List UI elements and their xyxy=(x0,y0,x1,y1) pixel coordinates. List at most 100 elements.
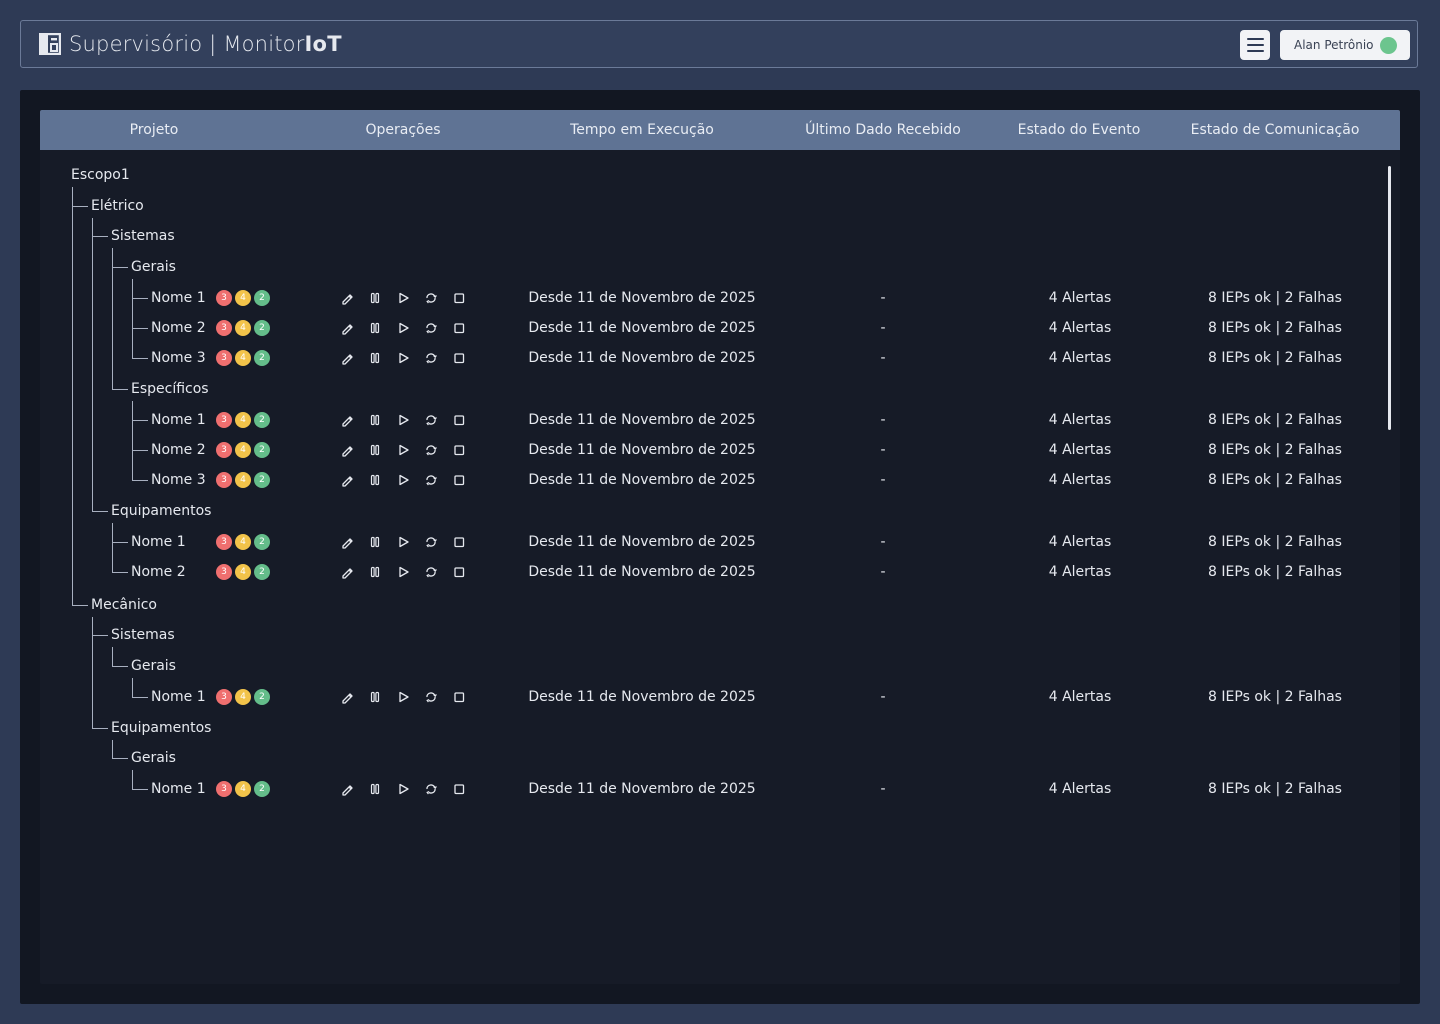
stop-button[interactable] xyxy=(445,319,473,337)
tree-leaf-label[interactable]: Nome 2 xyxy=(151,319,206,337)
tree-connector xyxy=(92,510,108,512)
play-button[interactable] xyxy=(389,780,417,798)
pause-button[interactable] xyxy=(361,411,389,429)
tree-group-label[interactable]: Escopo1 xyxy=(71,166,130,184)
refresh-button[interactable] xyxy=(417,349,445,367)
tree-leaf-label[interactable]: Nome 1 xyxy=(151,289,206,307)
tree-leaf-label[interactable]: Nome 2 xyxy=(131,563,186,581)
tree-connector xyxy=(92,236,108,237)
refresh-button[interactable] xyxy=(417,688,445,706)
tree-group-label[interactable]: Elétrico xyxy=(91,197,144,215)
stop-icon xyxy=(454,784,465,795)
refresh-button[interactable] xyxy=(417,411,445,429)
edit-icon xyxy=(342,323,353,335)
pause-button[interactable] xyxy=(361,688,389,706)
tree-leaf-label[interactable]: Nome 2 xyxy=(151,441,206,459)
tree-connector xyxy=(132,278,133,358)
tree-leaf-label[interactable]: Nome 1 xyxy=(151,688,206,706)
event-state-cell: 4 Alertas xyxy=(1048,563,1112,580)
stop-icon xyxy=(454,292,465,303)
tree-connector xyxy=(132,696,148,698)
pause-button[interactable] xyxy=(361,319,389,337)
menu-button[interactable] xyxy=(1240,30,1270,60)
pause-button[interactable] xyxy=(361,349,389,367)
pause-button[interactable] xyxy=(361,441,389,459)
ok-count-badge: 2 xyxy=(254,471,270,488)
stop-button[interactable] xyxy=(445,441,473,459)
refresh-button[interactable] xyxy=(417,533,445,551)
edit-button[interactable] xyxy=(333,780,361,798)
play-button[interactable] xyxy=(389,471,417,489)
user-button[interactable]: Alan Petrônio xyxy=(1280,30,1410,60)
pause-icon xyxy=(370,414,380,425)
column-header-2[interactable]: Tempo em Execução xyxy=(570,110,714,150)
tree-leaf-label[interactable]: Nome 3 xyxy=(151,349,206,367)
tree-connector xyxy=(72,604,88,606)
pause-button[interactable] xyxy=(361,533,389,551)
column-header-5[interactable]: Estado de Comunicação xyxy=(1191,110,1360,150)
refresh-button[interactable] xyxy=(417,289,445,307)
refresh-button[interactable] xyxy=(417,441,445,459)
brand: Supervisório | MonitorIoT xyxy=(39,32,342,56)
tree-group-label[interactable]: Específicos xyxy=(131,380,209,398)
play-button[interactable] xyxy=(389,563,417,581)
pause-button[interactable] xyxy=(361,563,389,581)
status-badges: 342 xyxy=(216,533,270,550)
edit-button[interactable] xyxy=(333,533,361,551)
stop-button[interactable] xyxy=(445,289,473,307)
tree-leaf-label[interactable]: Nome 3 xyxy=(151,471,206,489)
stop-button[interactable] xyxy=(445,780,473,798)
stop-button[interactable] xyxy=(445,688,473,706)
tree-leaf-label[interactable]: Nome 1 xyxy=(151,411,206,429)
edit-button[interactable] xyxy=(333,289,361,307)
edit-button[interactable] xyxy=(333,349,361,367)
pause-button[interactable] xyxy=(361,780,389,798)
play-button[interactable] xyxy=(389,411,417,429)
refresh-button[interactable] xyxy=(417,319,445,337)
tree-group-label[interactable]: Mecânico xyxy=(91,596,157,614)
event-state-cell: 4 Alertas xyxy=(1048,411,1112,428)
edit-button[interactable] xyxy=(333,563,361,581)
tree-group-label[interactable]: Sistemas xyxy=(111,227,175,245)
tree-leaf-label[interactable]: Nome 1 xyxy=(131,533,186,551)
column-header-1[interactable]: Operações xyxy=(365,110,440,150)
comm-state-cell: 8 IEPs ok | 2 Falhas xyxy=(1208,319,1342,336)
status-badges: 342 xyxy=(216,688,270,705)
play-button[interactable] xyxy=(389,441,417,459)
critical-count-badge: 3 xyxy=(216,411,232,428)
play-button[interactable] xyxy=(389,289,417,307)
stop-button[interactable] xyxy=(445,411,473,429)
play-button[interactable] xyxy=(389,349,417,367)
edit-button[interactable] xyxy=(333,471,361,489)
edit-button[interactable] xyxy=(333,319,361,337)
pause-button[interactable] xyxy=(361,471,389,489)
play-button[interactable] xyxy=(389,688,417,706)
pause-button[interactable] xyxy=(361,289,389,307)
column-header-0[interactable]: Projeto xyxy=(130,110,179,150)
tree-group-label[interactable]: Equipamentos xyxy=(111,502,211,520)
stop-icon xyxy=(454,322,465,333)
edit-button[interactable] xyxy=(333,688,361,706)
stop-button[interactable] xyxy=(445,349,473,367)
tree-leaf-label[interactable]: Nome 1 xyxy=(151,780,206,798)
stop-button[interactable] xyxy=(445,471,473,489)
tree-group-label[interactable]: Gerais xyxy=(131,657,176,675)
refresh-button[interactable] xyxy=(417,471,445,489)
tree-group-label[interactable]: Gerais xyxy=(131,258,176,276)
play-button[interactable] xyxy=(389,533,417,551)
stop-button[interactable] xyxy=(445,563,473,581)
edit-button[interactable] xyxy=(333,411,361,429)
logo-icon xyxy=(39,33,61,55)
column-header-3[interactable]: Último Dado Recebido xyxy=(805,110,961,150)
tree-group-label[interactable]: Sistemas xyxy=(111,626,175,644)
tree-group-label[interactable]: Equipamentos xyxy=(111,719,211,737)
tree-connector xyxy=(112,739,113,758)
column-header-4[interactable]: Estado do Evento xyxy=(1018,110,1141,150)
edit-button[interactable] xyxy=(333,441,361,459)
play-button[interactable] xyxy=(389,319,417,337)
tree-group-label[interactable]: Gerais xyxy=(131,749,176,767)
refresh-button[interactable] xyxy=(417,780,445,798)
scrollbar[interactable] xyxy=(1388,166,1391,430)
refresh-button[interactable] xyxy=(417,563,445,581)
stop-button[interactable] xyxy=(445,533,473,551)
